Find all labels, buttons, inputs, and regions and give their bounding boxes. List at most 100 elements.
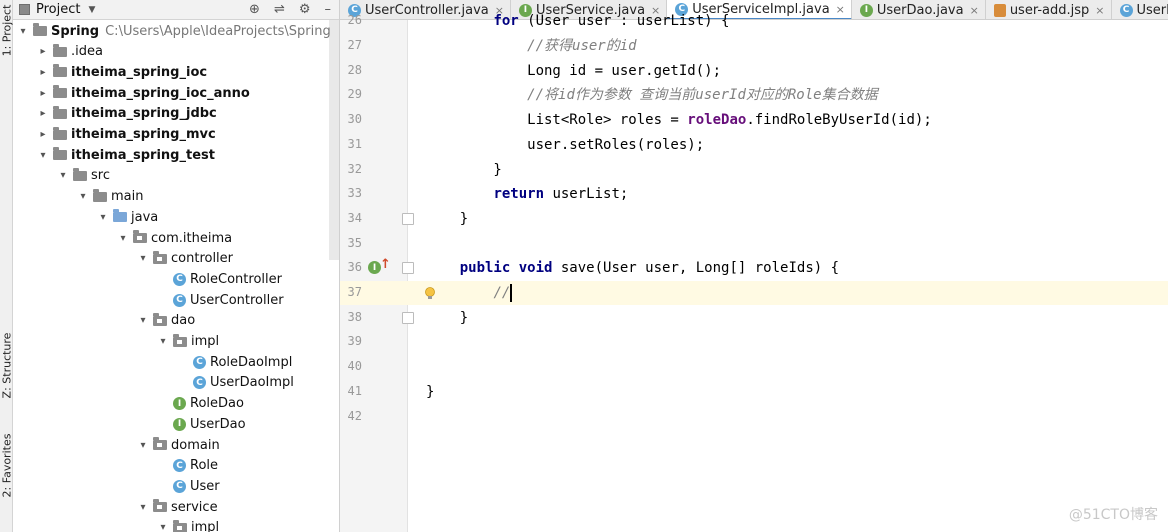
line-number: 31 xyxy=(347,136,362,151)
editor-tab[interactable]: user-add.jsp × xyxy=(986,0,1112,19)
code-line[interactable]: for (User user : userList) { xyxy=(426,9,729,33)
chevron-down-icon[interactable]: ▾ xyxy=(157,336,169,347)
chevron-right-icon[interactable]: ▸ xyxy=(37,88,49,99)
interface-icon: I xyxy=(173,397,186,411)
tree-item[interactable]: ▸ itheima_spring_ioc xyxy=(13,62,207,82)
chevron-down-icon[interactable]: ▾ xyxy=(117,233,129,244)
favorites-tool-button[interactable]: 2: Favorites xyxy=(0,420,13,510)
class-icon: C xyxy=(193,376,206,390)
code-line[interactable]: } xyxy=(426,207,468,231)
fold-marker-icon[interactable] xyxy=(402,262,414,275)
tree-item[interactable]: ▸ itheima_spring_ioc_anno xyxy=(13,83,250,103)
tree-item[interactable]: ▾ main xyxy=(13,187,143,207)
tree-item[interactable]: C RoleDaoImpl xyxy=(13,352,292,372)
code-token: //获得user的id xyxy=(527,38,637,54)
code-token: } xyxy=(426,210,469,227)
close-icon[interactable]: × xyxy=(836,3,845,16)
chevron-down-icon[interactable]: ▾ xyxy=(137,502,149,513)
chevron-down-icon[interactable]: ▾ xyxy=(137,315,149,326)
chevron-down-icon[interactable]: ▼ xyxy=(88,5,95,15)
code-token: //将id作为参数 查询当前userId对应的Role集合数据 xyxy=(527,87,878,104)
chevron-down-icon[interactable]: ▾ xyxy=(17,26,29,37)
tree-item[interactable]: C Role xyxy=(13,456,218,476)
lightbulb-icon[interactable] xyxy=(424,287,436,301)
editor-tab[interactable]: I UserDao.java × xyxy=(852,0,986,19)
tree-item[interactable]: C User xyxy=(13,476,220,496)
tree-item[interactable]: ▾ com.itheima xyxy=(13,228,232,248)
code-line[interactable]: List<Role> roles = roleDao.findRoleByUse… xyxy=(426,108,932,132)
tree-item-label: UserController xyxy=(190,292,284,308)
tree-item-path: C:\Users\Apple\IdeaProjects\Spring xyxy=(105,23,331,39)
tree-item[interactable]: ▾ Spring C:\Users\Apple\IdeaProjects\Sprin… xyxy=(13,21,331,41)
structure-tool-button[interactable]: Z: Structure xyxy=(0,320,13,410)
class-icon: C xyxy=(173,293,186,307)
tree-item[interactable]: C RoleController xyxy=(13,269,282,289)
code-line[interactable]: return userList; xyxy=(426,182,628,206)
chevron-down-icon[interactable]: ▾ xyxy=(157,522,169,532)
fold-marker-icon[interactable] xyxy=(402,212,414,225)
override-arrow-icon[interactable]: ↑ xyxy=(380,257,391,272)
tree-item[interactable]: ▾ service xyxy=(13,497,218,517)
tree-item[interactable]: ▾ itheima_spring_test xyxy=(13,145,215,165)
tree-item[interactable]: ▾ impl xyxy=(13,518,219,532)
line-number: 32 xyxy=(347,161,362,176)
tree-item[interactable]: C UserController xyxy=(13,290,284,310)
gear-icon[interactable]: ⚙ xyxy=(299,2,311,17)
close-icon[interactable]: × xyxy=(970,4,979,17)
line-number: 35 xyxy=(347,235,362,250)
chevron-down-icon[interactable]: ▾ xyxy=(137,253,149,264)
code-token: return xyxy=(493,186,545,203)
chevron-down-icon[interactable]: ▾ xyxy=(97,212,109,223)
chevron-right-icon[interactable]: ▸ xyxy=(37,46,49,57)
module-icon xyxy=(53,85,67,99)
project-panel-title[interactable]: Project xyxy=(36,2,80,17)
code-line[interactable]: user.setRoles(roles); xyxy=(426,133,704,157)
chevron-right-icon[interactable]: ▸ xyxy=(37,67,49,78)
tree-item-label: controller xyxy=(171,251,234,267)
chevron-down-icon[interactable]: ▾ xyxy=(37,150,49,161)
chevron-down-icon[interactable]: ▾ xyxy=(77,191,89,202)
chevron-down-icon[interactable]: ▾ xyxy=(57,170,69,181)
tree-item[interactable]: ▾ controller xyxy=(13,249,233,269)
chevron-right-icon[interactable]: ▸ xyxy=(37,108,49,119)
code-line[interactable]: } xyxy=(426,306,468,330)
tree-item[interactable]: ▸ itheima_spring_mvc xyxy=(13,125,216,145)
code-line[interactable]: } xyxy=(426,380,434,404)
close-icon[interactable]: × xyxy=(1095,4,1104,17)
folder-icon xyxy=(73,167,87,181)
interface-icon: I xyxy=(173,417,186,431)
package-icon xyxy=(173,333,187,347)
tree-item[interactable]: I RoleDao xyxy=(13,394,244,414)
tree-item[interactable]: ▾ dao xyxy=(13,311,195,331)
code-line[interactable]: Long id = user.getId(); xyxy=(426,59,721,83)
tree-item[interactable]: ▸ itheima_spring_jdbc xyxy=(13,104,217,124)
fold-marker-icon[interactable] xyxy=(402,311,414,324)
tree-item[interactable]: ▸ .idea xyxy=(13,42,103,62)
tree-item[interactable]: C UserDaoImpl xyxy=(13,373,294,393)
project-tool-button[interactable]: 1: Project xyxy=(0,0,13,60)
editor-tab[interactable]: CUserDaoImpl.java× xyxy=(1112,0,1168,19)
tree-item[interactable]: ▾ java xyxy=(13,207,158,227)
tree-item[interactable]: I UserDao xyxy=(13,414,246,434)
project-scrollbar[interactable] xyxy=(329,20,339,260)
chevron-right-icon[interactable]: ▸ xyxy=(37,129,49,140)
source-folder-icon xyxy=(113,209,127,223)
target-icon[interactable]: ⊕ xyxy=(249,2,260,17)
tree-item-label: User xyxy=(190,478,220,494)
code-line[interactable]: } xyxy=(426,158,501,182)
code-token: user.setRoles(roles); xyxy=(426,136,705,153)
code-line[interactable]: //将id作为参数 查询当前userId对应的Role集合数据 xyxy=(426,83,878,107)
chevron-down-icon[interactable]: ▾ xyxy=(137,440,149,451)
split-icon[interactable]: ⇌ xyxy=(274,2,285,17)
tree-item-label: itheima_spring_ioc xyxy=(71,64,208,80)
code-line[interactable]: //获得user的id xyxy=(426,34,637,58)
code-line[interactable]: // xyxy=(426,281,510,305)
line-number: 36 xyxy=(347,260,362,275)
tree-item[interactable]: ▾ domain xyxy=(13,435,220,455)
hide-icon[interactable]: – xyxy=(325,2,332,17)
tree-item[interactable]: ▾ src xyxy=(13,166,110,186)
tree-item[interactable]: ▾ impl xyxy=(13,332,219,352)
code-line[interactable]: public void save(User user, Long[] roleI… xyxy=(426,256,839,280)
